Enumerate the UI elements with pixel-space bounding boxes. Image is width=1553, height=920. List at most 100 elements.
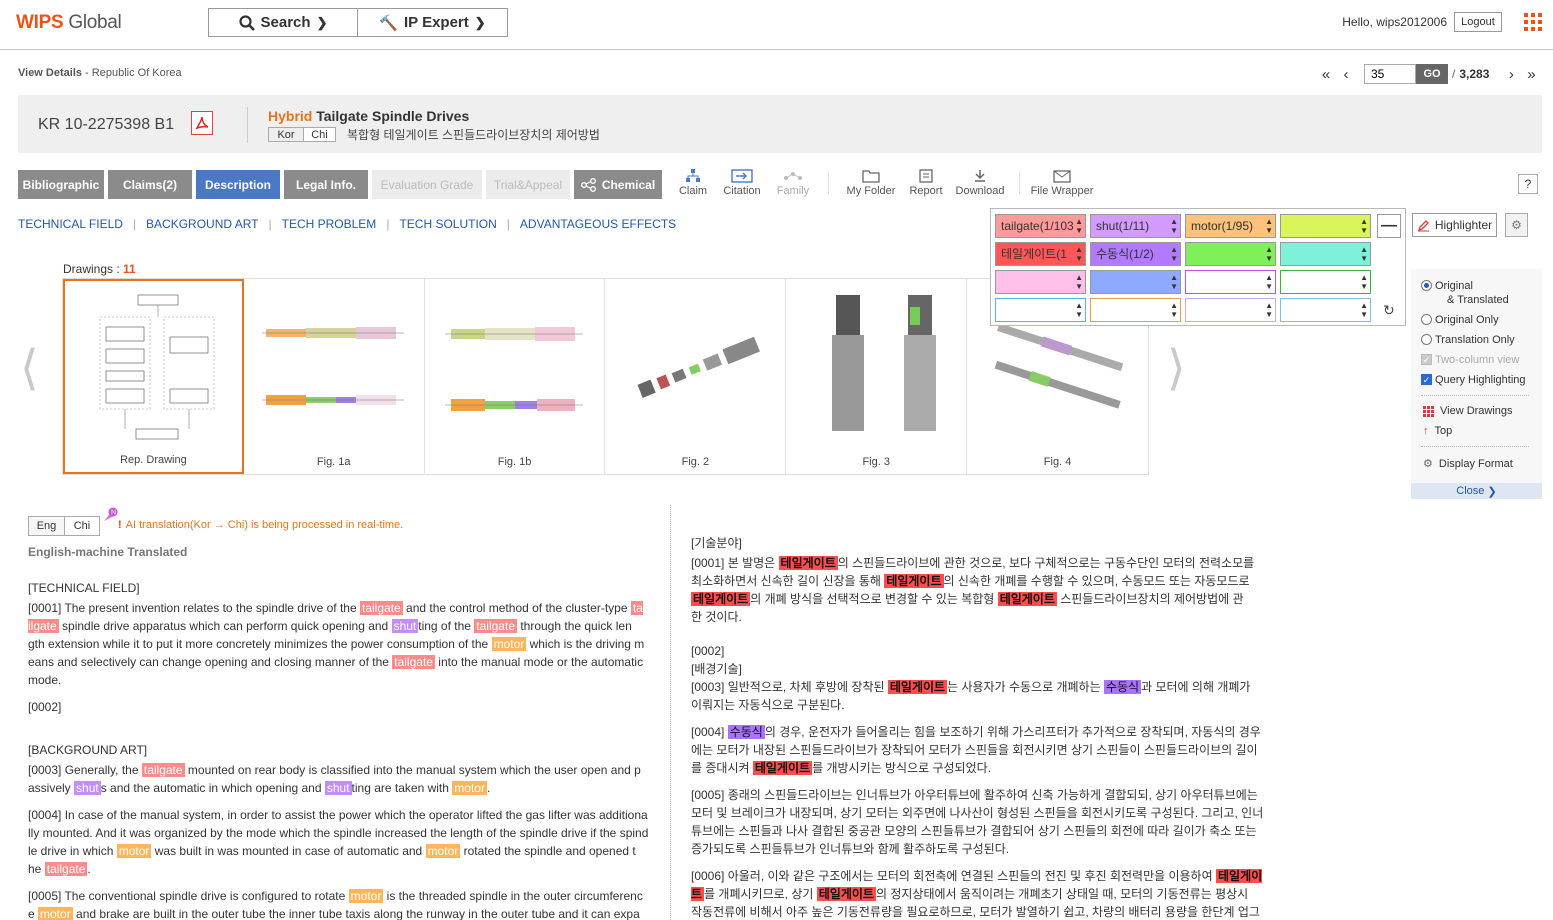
english-description-text: [TECHNICAL FIELD] [0001] The present inv… (28, 579, 653, 920)
tab-bibliographic[interactable]: Bibliographic (18, 170, 104, 199)
title-lang-chi[interactable]: Chi (303, 127, 336, 142)
spinner-icon[interactable]: ▲ ▼ (1265, 301, 1273, 319)
wips-logo[interactable]: WIPS Global (16, 12, 122, 34)
doc-lang-chi[interactable]: Chi (64, 516, 100, 536)
column-divider (670, 505, 671, 920)
tab-chemical[interactable]: Chemical (574, 170, 662, 199)
pdf-icon[interactable] (191, 111, 213, 135)
report-tool[interactable]: Report (898, 168, 954, 197)
download-icon (975, 170, 985, 182)
tab-claims[interactable]: Claims(2) (108, 170, 192, 199)
download-tool[interactable]: Download (952, 168, 1008, 197)
spinner-icon[interactable]: ▲ ▼ (1170, 217, 1178, 235)
prev-page-icon[interactable]: ‹ (1336, 66, 1356, 83)
spinner-icon[interactable]: ▲ ▼ (1265, 273, 1273, 291)
drawings-prev-icon[interactable]: ⟨ (20, 340, 39, 396)
spinner-icon[interactable]: ▲ ▼ (1265, 245, 1273, 263)
ip-expert-button[interactable]: 🔨 IP Expert ❯ (357, 8, 508, 37)
spinner-icon[interactable]: ▲ ▼ (1360, 217, 1368, 235)
option-translation-only[interactable]: Translation Only (1421, 333, 1515, 347)
tab-description[interactable]: Description (196, 170, 280, 199)
spinner-icon[interactable]: ▲ ▼ (1360, 301, 1368, 319)
doc-lang-eng[interactable]: Eng (28, 516, 65, 536)
spinner-icon[interactable]: ▲ ▼ (1265, 217, 1273, 235)
user-greeting: Hello, wips2012006 (1342, 15, 1447, 29)
next-page-icon[interactable]: › (1501, 66, 1521, 83)
highlighter-button[interactable]: Highlighter (1412, 213, 1497, 237)
section-link-background-art[interactable]: BACKGROUND ART (146, 217, 258, 231)
highlight-term-field[interactable]: tailgate(1/103 ▲ ▼ (995, 214, 1086, 238)
my-folder-tool[interactable]: My Folder (843, 168, 899, 197)
tab-legal-info[interactable]: Legal Info. (284, 170, 368, 199)
spinner-icon[interactable]: ▲ ▼ (1170, 273, 1178, 291)
go-button[interactable]: GO (1416, 64, 1448, 84)
display-format-link[interactable]: ⚙ Display Format (1423, 457, 1513, 471)
file-wrapper-tool[interactable]: File Wrapper (1025, 168, 1099, 197)
highlight-term-field[interactable]: 수동식(1/2) ▲ ▼ (1090, 242, 1181, 266)
drawing-thumb-fig1a[interactable]: Fig. 1a (244, 279, 425, 474)
spinner-icon[interactable]: ▲ ▼ (1075, 245, 1083, 263)
drawing-caption: Fig. 1a (316, 456, 351, 468)
gear-icon[interactable]: ⚙ (1505, 213, 1528, 237)
highlight-term-field[interactable]: 테일게이트(1 ▲ ▼ (995, 242, 1086, 266)
korean-title: 복합형 테일게이트 스핀들드라이브장치의 제어방법 (347, 128, 600, 142)
spinner-icon[interactable]: ▲ ▼ (1360, 273, 1368, 291)
highlight-term-field[interactable]: ▲ ▼ (1185, 242, 1276, 266)
section-link-tech-problem[interactable]: TECH PROBLEM (282, 217, 377, 231)
first-page-icon[interactable]: « (1316, 66, 1336, 83)
section-link-advantageous-effects[interactable]: ADVANTAGEOUS EFFECTS (520, 217, 676, 231)
remove-terms-button[interactable]: — (1377, 214, 1401, 238)
highlight-term-field[interactable]: ▲ ▼ (1185, 270, 1276, 294)
spinner-icon[interactable]: ▲ ▼ (1170, 301, 1178, 319)
top-link[interactable]: ↑ Top (1423, 425, 1452, 437)
checkbox-icon: ✓ (1421, 374, 1432, 385)
family-icon (784, 172, 802, 180)
highlight-term-field[interactable]: ▲ ▼ (1280, 270, 1371, 294)
option-original-only[interactable]: Original Only (1421, 313, 1499, 327)
spinner-icon[interactable]: ▲ ▼ (1075, 301, 1083, 319)
highlight-term-field[interactable]: ▲ ▼ (1090, 270, 1181, 294)
drawing-caption: Fig. 3 (862, 456, 890, 468)
ai-translation-note: ! AI translation(Kor → Chi) is being proc… (118, 519, 404, 531)
citation-tool[interactable]: Citation (714, 168, 770, 197)
drawing-thumb-fig1b[interactable]: Fig. 1b (425, 279, 606, 474)
highlight-term-field[interactable]: shut(1/11) ▲ ▼ (1090, 214, 1181, 238)
spinner-icon[interactable]: ▲ ▼ (1360, 245, 1368, 263)
highlight-term-field[interactable]: ▲ ▼ (1280, 298, 1371, 322)
drawing-thumb-fig3[interactable]: Fig. 3 (786, 279, 968, 474)
highlight-term-field[interactable]: ▲ ▼ (1090, 298, 1181, 322)
view-drawings-link[interactable]: View Drawings (1423, 405, 1513, 417)
page-number-input[interactable] (1364, 64, 1416, 84)
help-button[interactable]: ? (1518, 174, 1538, 194)
option-two-column-view: ✓ Two-column view (1421, 354, 1520, 366)
spinner-icon[interactable]: ▲ ▼ (1170, 245, 1178, 263)
spinner-icon[interactable]: ▲ ▼ (1075, 273, 1083, 291)
spinner-icon[interactable]: ▲ ▼ (1075, 217, 1083, 235)
panel-divider (1421, 446, 1529, 447)
claim-tool[interactable]: Claim (665, 168, 721, 197)
section-link-tech-solution[interactable]: TECH SOLUTION (399, 217, 496, 231)
option-original-translated[interactable]: Original & Translated (1421, 279, 1509, 307)
highlight-term-field[interactable]: ▲ ▼ (1280, 242, 1371, 266)
logout-button[interactable]: Logout (1454, 12, 1502, 32)
refresh-icon[interactable]: ↻ (1383, 302, 1395, 319)
highlight-term-field[interactable]: ▲ ▼ (1280, 214, 1371, 238)
last-page-icon[interactable]: » (1521, 66, 1541, 83)
highlight-term-field[interactable]: ▲ ▼ (1185, 298, 1276, 322)
option-query-highlighting[interactable]: ✓ Query Highlighting (1421, 373, 1526, 387)
drawing-thumb-rep[interactable]: Rep. Drawing (63, 279, 244, 474)
highlight-term-field[interactable]: ▲ ▼ (995, 270, 1086, 294)
title-separator (247, 107, 248, 143)
search-button[interactable]: Search ❯ (208, 8, 358, 37)
drawing-thumb-fig2[interactable]: Fig. 2 (605, 279, 787, 474)
close-panel-button[interactable]: Close ❯ (1411, 483, 1542, 499)
title-lang-kor[interactable]: Kor (268, 127, 304, 142)
highlight-term-field[interactable]: ▲ ▼ (995, 298, 1086, 322)
radio-icon (1421, 334, 1432, 345)
search-icon (238, 14, 255, 31)
pager: « ‹ GO / 3,283 › » (1316, 64, 1541, 84)
apps-grid-icon[interactable] (1524, 13, 1542, 31)
highlight-term-field[interactable]: motor(1/95) ▲ ▼ (1185, 214, 1276, 238)
section-link-technical-field[interactable]: TECHNICAL FIELD (18, 217, 123, 231)
drawings-next-icon[interactable]: ⟩ (1167, 340, 1186, 396)
